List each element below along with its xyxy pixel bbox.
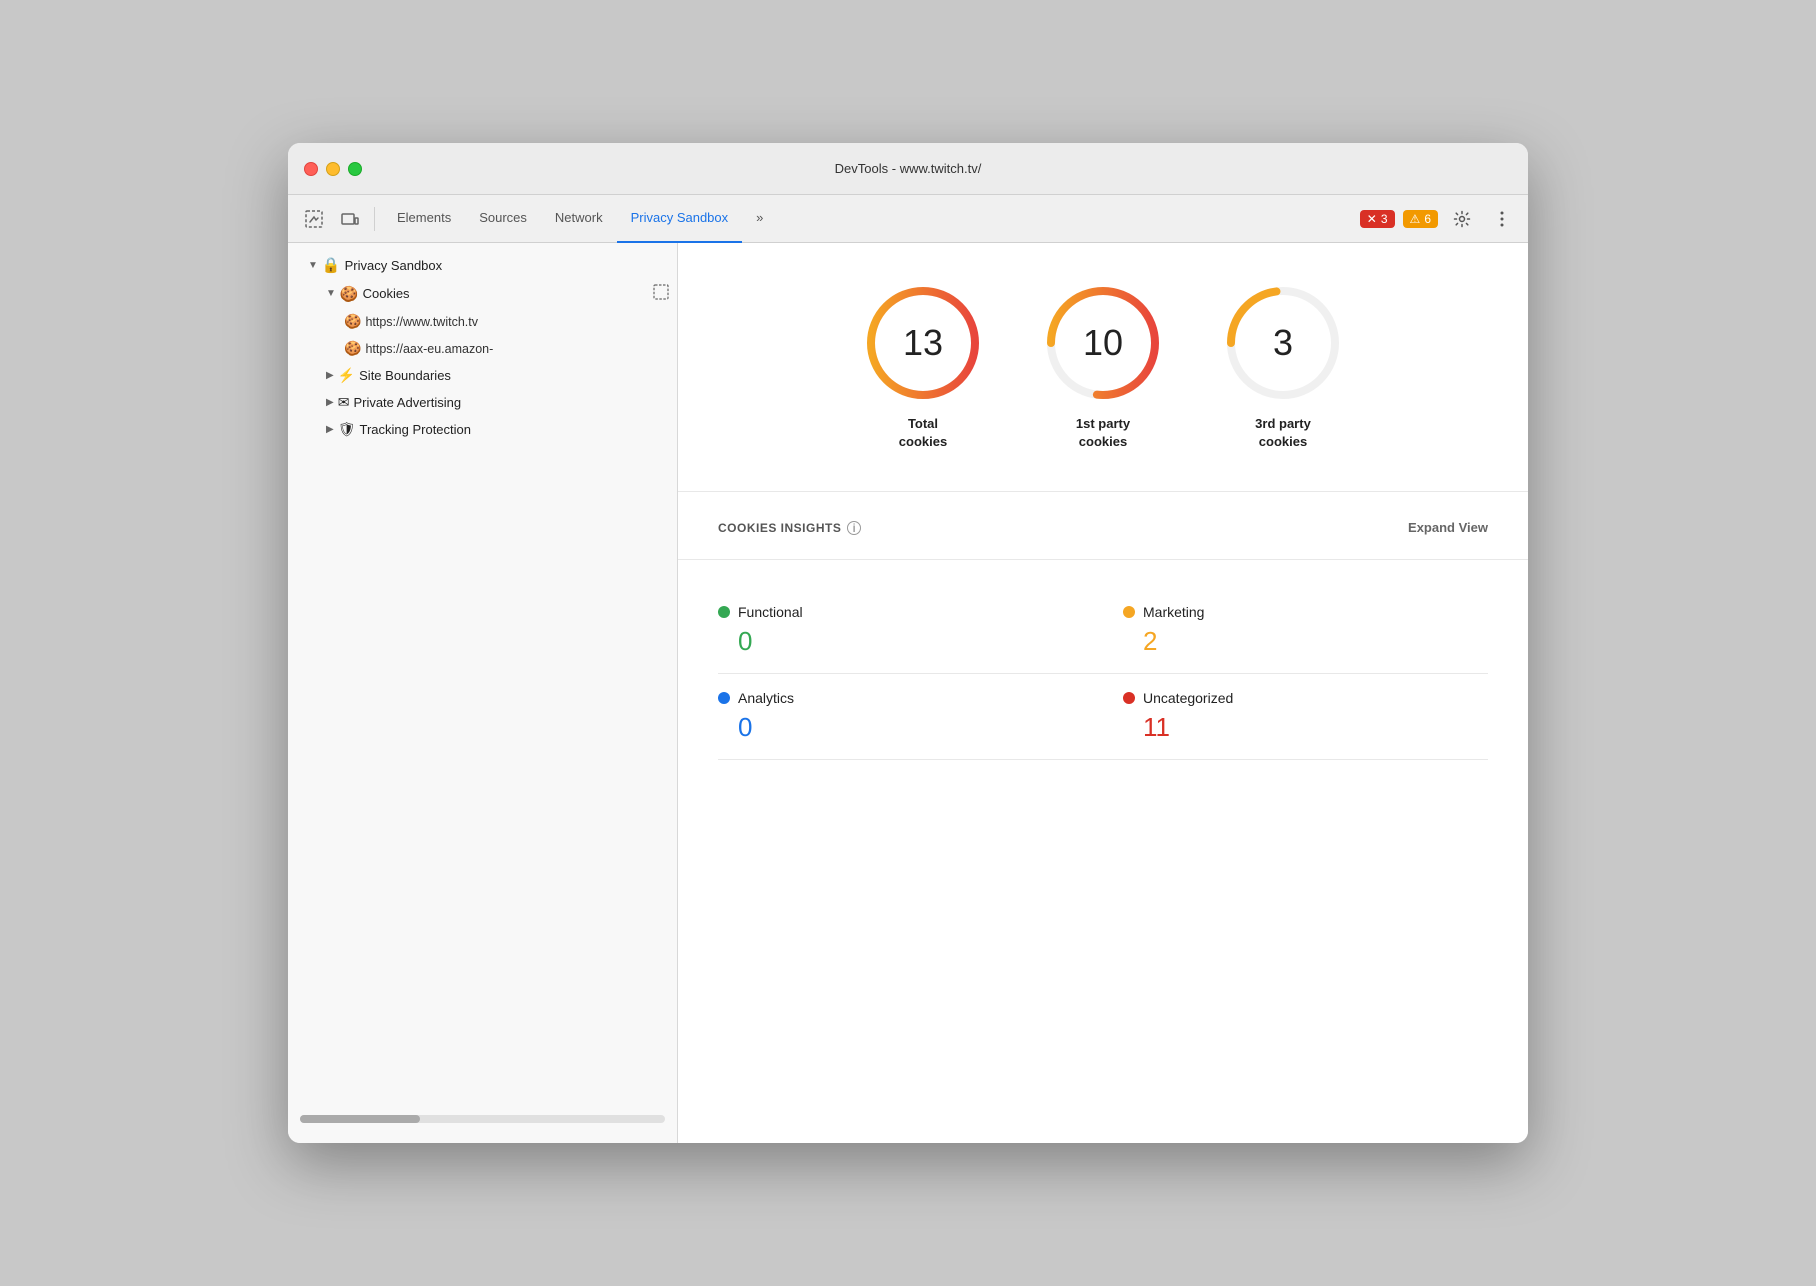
uncategorized-label: Uncategorized bbox=[1143, 690, 1233, 706]
tab-sources[interactable]: Sources bbox=[465, 195, 541, 243]
settings-icon[interactable] bbox=[1446, 203, 1478, 235]
cookie-stats: 13 Total cookies bbox=[678, 243, 1528, 492]
expand-view-button[interactable]: Expand View bbox=[1408, 520, 1488, 535]
cookie-item-icon: 🍪 bbox=[344, 340, 361, 357]
total-cookies-circle: 13 bbox=[863, 283, 983, 403]
functional-label-row: Functional bbox=[718, 604, 1063, 620]
private-advertising-icon: ✉ bbox=[338, 394, 350, 411]
sidebar-item-site-boundaries[interactable]: ▶ ⚡ Site Boundaries bbox=[288, 362, 677, 389]
cookie-item-icon: 🍪 bbox=[344, 313, 361, 330]
responsive-icon[interactable] bbox=[334, 203, 366, 235]
traffic-lights bbox=[304, 162, 362, 176]
toolbar-tabs: Elements Sources Network Privacy Sandbox… bbox=[383, 195, 1356, 243]
chevron-right-icon: ▶ bbox=[326, 370, 334, 381]
uncategorized-label-row: Uncategorized bbox=[1123, 690, 1488, 706]
insight-uncategorized: Uncategorized 11 bbox=[1103, 674, 1488, 760]
insight-analytics: Analytics 0 bbox=[718, 674, 1103, 760]
title-bar: DevTools - www.twitch.tv/ bbox=[288, 143, 1528, 195]
close-button[interactable] bbox=[304, 162, 318, 176]
insights-section: COOKIES INSIGHTS i Expand View Functiona… bbox=[678, 492, 1528, 788]
scrollbar-track[interactable] bbox=[300, 1115, 665, 1123]
error-badge[interactable]: ✕ 3 bbox=[1360, 210, 1395, 228]
chevron-right-icon: ▶ bbox=[326, 397, 334, 408]
third-party-label: 3rd party cookies bbox=[1255, 415, 1311, 451]
more-options-icon[interactable] bbox=[1486, 203, 1518, 235]
main-layout: ▼ 🔒 Privacy Sandbox ▼ 🍪 Cookies 🍪 https:… bbox=[288, 243, 1528, 1143]
chevron-down-icon: ▼ bbox=[326, 288, 336, 299]
content-area: 13 Total cookies bbox=[678, 243, 1528, 1143]
toolbar-right: ✕ 3 ⚠ 6 bbox=[1360, 203, 1518, 235]
scrollbar-thumb[interactable] bbox=[300, 1115, 420, 1123]
insights-header: COOKIES INSIGHTS i Expand View bbox=[718, 520, 1488, 535]
sidebar-item-tracking-protection[interactable]: ▶ 🛡 Tracking Protection bbox=[288, 416, 677, 443]
sidebar-item-private-advertising[interactable]: ▶ ✉ Private Advertising bbox=[288, 389, 677, 416]
toolbar-divider-1 bbox=[374, 207, 375, 231]
tracking-protection-icon: 🛡 bbox=[338, 421, 356, 438]
cookies-icon: 🍪 bbox=[340, 285, 359, 303]
third-party-number: 3 bbox=[1273, 322, 1293, 364]
insights-divider bbox=[678, 559, 1528, 560]
first-party-number: 10 bbox=[1083, 322, 1123, 364]
stat-first-party: 10 1st party cookies bbox=[1043, 283, 1163, 451]
sidebar-scrollbar-area bbox=[288, 1103, 677, 1135]
first-party-circle: 10 bbox=[1043, 283, 1163, 403]
minimize-button[interactable] bbox=[326, 162, 340, 176]
analytics-value: 0 bbox=[718, 712, 1063, 743]
tab-network[interactable]: Network bbox=[541, 195, 617, 243]
chevron-right-icon: ▶ bbox=[326, 424, 334, 435]
insights-title: COOKIES INSIGHTS i bbox=[718, 521, 861, 535]
third-party-circle: 3 bbox=[1223, 283, 1343, 403]
analytics-label-row: Analytics bbox=[718, 690, 1063, 706]
uncategorized-value: 11 bbox=[1123, 712, 1488, 743]
warning-badge[interactable]: ⚠ 6 bbox=[1403, 210, 1438, 228]
stat-total-cookies: 13 Total cookies bbox=[863, 283, 983, 451]
uncategorized-dot bbox=[1123, 692, 1135, 704]
sidebar-item-cookies[interactable]: ▼ 🍪 Cookies bbox=[288, 279, 677, 308]
tab-more[interactable]: » bbox=[742, 195, 777, 243]
sidebar-item-twitch[interactable]: 🍪 https://www.twitch.tv bbox=[288, 308, 677, 335]
site-boundaries-icon: ⚡ bbox=[338, 367, 355, 384]
total-cookies-number: 13 bbox=[903, 322, 943, 364]
insight-marketing: Marketing 2 bbox=[1103, 588, 1488, 674]
marketing-value: 2 bbox=[1123, 626, 1488, 657]
total-cookies-label: Total cookies bbox=[899, 415, 947, 451]
insight-functional: Functional 0 bbox=[718, 588, 1103, 674]
warning-icon: ⚠ bbox=[1410, 212, 1421, 226]
inspector-icon[interactable] bbox=[298, 203, 330, 235]
privacy-sandbox-icon: 🔒 bbox=[322, 256, 341, 274]
cookies-select-icon[interactable] bbox=[653, 284, 669, 303]
maximize-button[interactable] bbox=[348, 162, 362, 176]
analytics-label: Analytics bbox=[738, 690, 794, 706]
sidebar-item-amazon[interactable]: 🍪 https://aax-eu.amazon- bbox=[288, 335, 677, 362]
tab-elements[interactable]: Elements bbox=[383, 195, 465, 243]
error-icon: ✕ bbox=[1367, 212, 1377, 226]
toolbar: Elements Sources Network Privacy Sandbox… bbox=[288, 195, 1528, 243]
marketing-dot bbox=[1123, 606, 1135, 618]
analytics-dot bbox=[718, 692, 730, 704]
functional-dot bbox=[718, 606, 730, 618]
sidebar: ▼ 🔒 Privacy Sandbox ▼ 🍪 Cookies 🍪 https:… bbox=[288, 243, 678, 1143]
stat-third-party: 3 3rd party cookies bbox=[1223, 283, 1343, 451]
chevron-down-icon: ▼ bbox=[308, 260, 318, 271]
tab-privacy-sandbox[interactable]: Privacy Sandbox bbox=[617, 195, 743, 243]
first-party-label: 1st party cookies bbox=[1076, 415, 1130, 451]
functional-value: 0 bbox=[718, 626, 1063, 657]
functional-label: Functional bbox=[738, 604, 803, 620]
window-title: DevTools - www.twitch.tv/ bbox=[835, 161, 982, 176]
sidebar-item-privacy-sandbox[interactable]: ▼ 🔒 Privacy Sandbox bbox=[288, 251, 677, 279]
marketing-label-row: Marketing bbox=[1123, 604, 1488, 620]
insights-grid: Functional 0 Marketing 2 bbox=[718, 588, 1488, 760]
marketing-label: Marketing bbox=[1143, 604, 1204, 620]
insights-info-icon[interactable]: i bbox=[847, 521, 861, 535]
